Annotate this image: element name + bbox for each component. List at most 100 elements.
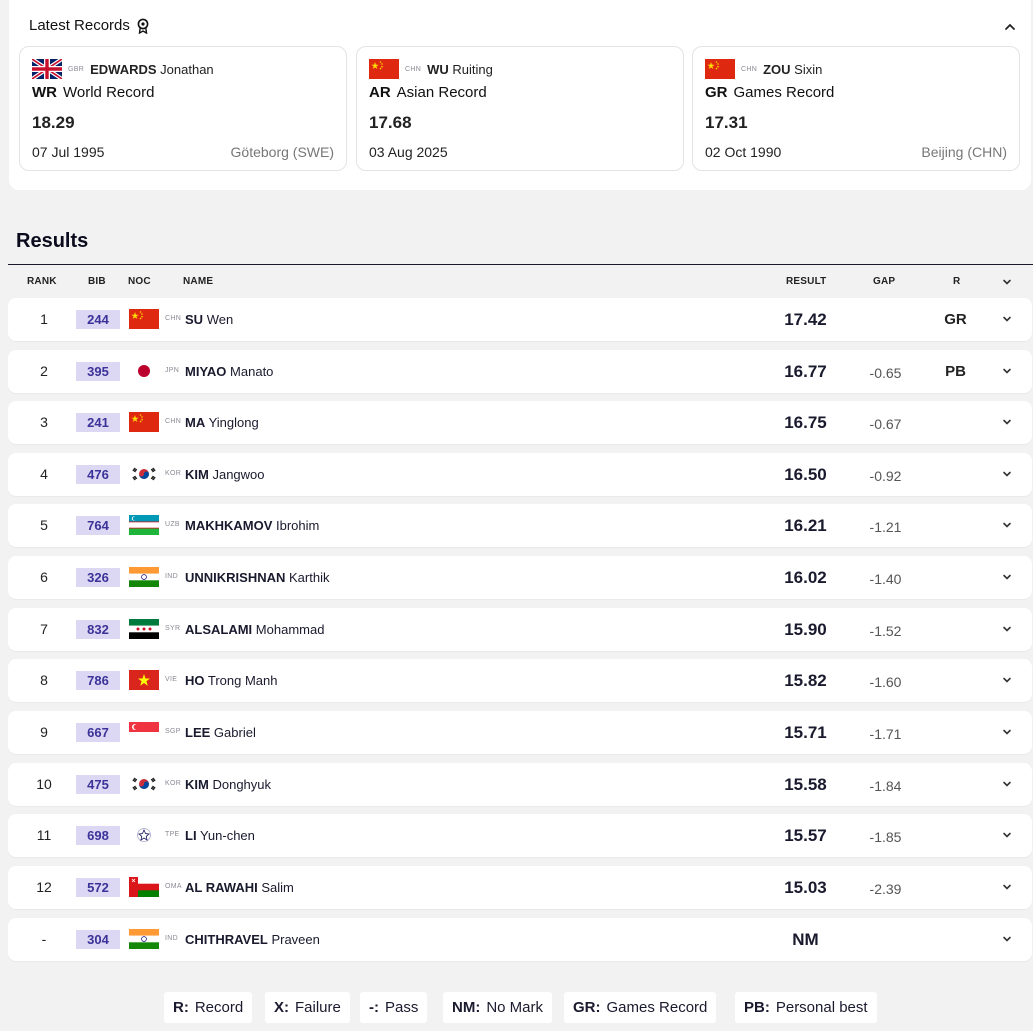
record-type-label: Asian Record: [396, 84, 487, 101]
athlete-name[interactable]: LI Yun-chen: [185, 828, 255, 843]
chevron-down-icon[interactable]: [1001, 468, 1013, 480]
chevron-down-icon[interactable]: [1001, 778, 1013, 790]
record-athlete: CHN ZOU Sixin: [705, 59, 822, 79]
result-mark: 15.58: [784, 775, 827, 794]
bib-badge: 241: [76, 413, 120, 432]
chevron-down-icon[interactable]: [1001, 881, 1013, 893]
result-mark: 15.57: [784, 826, 827, 845]
result-gap: -0.65: [869, 365, 902, 381]
result-gap: -1.60: [869, 674, 902, 690]
result-gap: -2.39: [869, 881, 902, 897]
chevron-down-icon[interactable]: [1001, 623, 1013, 635]
award-ribbon-icon: [137, 18, 149, 34]
chevron-down-icon[interactable]: [1001, 365, 1013, 377]
athlete-name[interactable]: HO Trong Manh: [185, 673, 278, 688]
flag-icon: [129, 361, 159, 381]
result-mark: 15.90: [784, 620, 827, 639]
athlete-given-name: Salim: [261, 880, 294, 895]
flag-icon: [30, 57, 64, 81]
result-mark: NM: [792, 930, 819, 949]
result-row[interactable]: 11 698 TPE LI Yun-chen 15.57 -1.85: [8, 814, 1032, 857]
athlete-surname: MAKHKAMOV: [185, 518, 273, 533]
flag-icon: [129, 825, 159, 845]
result-row[interactable]: 8 786 VIE HO Trong Manh 15.82 -1.60: [8, 659, 1032, 702]
result-mark: 16.50: [784, 465, 827, 484]
chevron-down-icon[interactable]: [1001, 519, 1013, 531]
athlete-name[interactable]: KIM Donghyuk: [185, 777, 271, 792]
noc-code: OMA: [165, 883, 182, 890]
result-row[interactable]: 2 395 JPN MIYAO Manato 16.77 -0.65 PB: [8, 350, 1032, 393]
result-mark: 16.21: [784, 516, 827, 535]
athlete-name[interactable]: SU Wen: [185, 312, 233, 327]
result-row[interactable]: 6 326 IND UNNIKRISHNAN Karthik 16.02 -1.…: [8, 556, 1032, 599]
flag-icon: [129, 619, 159, 639]
chevron-down-icon[interactable]: [1001, 416, 1013, 428]
legend-label: No Mark: [486, 999, 544, 1016]
result-row[interactable]: 10 475 KOR KIM Donghyuk 15.58 -1.84: [8, 763, 1032, 806]
record-type-abbr: WR: [32, 84, 57, 101]
athlete-name[interactable]: ALSALAMI Mohammad: [185, 622, 324, 637]
result-row[interactable]: 1 244 CHN SU Wen 17.42 GR: [8, 298, 1032, 341]
record-type-abbr: AR: [369, 84, 391, 101]
result-mark: 16.77: [784, 362, 827, 381]
athlete-surname: KIM: [185, 777, 209, 792]
result-rank: 8: [40, 672, 48, 688]
result-gap: -1.84: [869, 778, 902, 794]
record-card[interactable]: CHN ZOU Sixin GR Games Record 17.31 02 Oc…: [692, 46, 1020, 171]
record-value: 17.31: [705, 113, 748, 132]
athlete-given-name: Gabriel: [213, 725, 256, 740]
col-header-rank: RANK: [27, 276, 57, 287]
result-mark: 17.42: [784, 310, 827, 329]
chevron-down-icon[interactable]: [1001, 933, 1013, 945]
athlete-given-name: Praveen: [271, 932, 320, 947]
divider: [8, 264, 1033, 265]
result-row[interactable]: 3 241 CHN MA Yinglong 16.75 -0.67: [8, 401, 1032, 444]
athlete-name[interactable]: MIYAO Manato: [185, 364, 273, 379]
noc-code: CHN: [165, 418, 182, 425]
legend-item: GR: Games Record: [564, 992, 717, 1023]
flag-icon: [129, 464, 159, 484]
athlete-name[interactable]: KIM Jangwoo: [185, 467, 265, 482]
noc-code: JPN: [165, 367, 180, 374]
result-row[interactable]: 5 764 UZB MAKHKAMOV Ibrohim 16.21 -1.21: [8, 504, 1032, 547]
flag-icon: [705, 59, 735, 79]
result-row[interactable]: 7 832 SYR ALSALAMI Mohammad 15.90 -1.52: [8, 608, 1032, 651]
chevron-down-icon[interactable]: [1001, 313, 1013, 325]
athlete-name[interactable]: LEE Gabriel: [185, 725, 256, 740]
noc-code: KOR: [165, 470, 182, 477]
athlete-name[interactable]: MAKHKAMOV Ibrohim: [185, 518, 319, 533]
result-mark: 16.75: [784, 413, 827, 432]
record-type: WR World Record: [32, 84, 154, 101]
result-row[interactable]: 12 572 OMA AL RAWAHI Salim 15.03 -2.39: [8, 866, 1032, 909]
result-rank: 7: [40, 621, 48, 637]
record-athlete-given-name: Sixin: [794, 61, 823, 77]
expand-all-chevron-down-icon[interactable]: [1001, 276, 1013, 288]
result-row[interactable]: - 304 IND CHITHRAVEL Praveen NM: [8, 918, 1032, 961]
result-row[interactable]: 9 667 SGP LEE Gabriel 15.71 -1.71: [8, 711, 1032, 754]
athlete-name[interactable]: MA Yinglong: [185, 415, 259, 430]
chevron-down-icon[interactable]: [1001, 829, 1013, 841]
legend-item: PB: Personal best: [735, 992, 877, 1023]
athlete-given-name: Yinglong: [208, 415, 259, 430]
bib-badge: 698: [76, 826, 120, 845]
chevron-down-icon[interactable]: [1001, 674, 1013, 686]
bib-badge: 244: [76, 310, 120, 329]
result-rank: 5: [40, 517, 48, 533]
athlete-given-name: Donghyuk: [212, 777, 272, 792]
noc-code: VIE: [165, 676, 178, 683]
chevron-down-icon[interactable]: [1001, 571, 1013, 583]
record-type-abbr: GR: [705, 84, 728, 101]
record-card[interactable]: CHN WU Ruiting AR Asian Record 17.68 03 A…: [356, 46, 684, 171]
result-row[interactable]: 4 476 KOR KIM Jangwoo 16.50 -0.92: [8, 453, 1032, 496]
chevron-up-icon[interactable]: [1003, 20, 1017, 34]
record-date: 03 Aug 2025: [369, 144, 448, 160]
record-venue: Beijing (CHN): [921, 144, 1007, 160]
athlete-name[interactable]: AL RAWAHI Salim: [185, 880, 294, 895]
legend-label: Personal best: [775, 999, 868, 1016]
col-header-r: R: [953, 276, 961, 287]
athlete-name[interactable]: UNNIKRISHNAN Karthik: [185, 570, 329, 585]
flag-icon: [129, 929, 159, 949]
athlete-name[interactable]: CHITHRAVEL Praveen: [185, 932, 320, 947]
chevron-down-icon[interactable]: [1001, 726, 1013, 738]
record-card[interactable]: GBR EDWARDS Jonathan WR World Record 18.2…: [19, 46, 347, 171]
